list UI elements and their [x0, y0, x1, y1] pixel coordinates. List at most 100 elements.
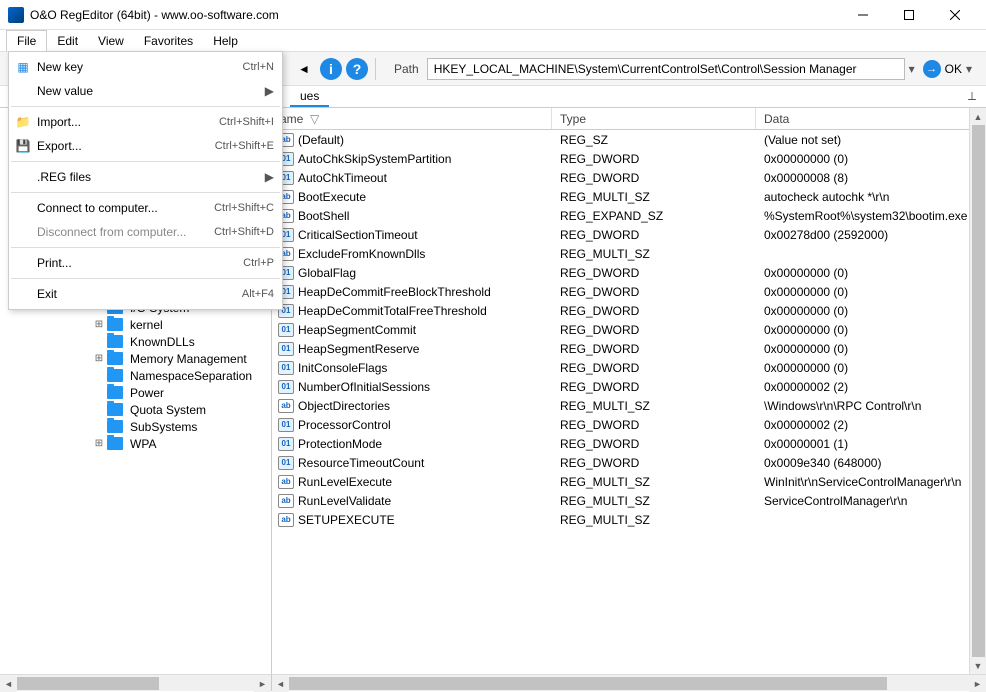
tree-label: Memory Management — [127, 352, 250, 366]
value-row[interactable]: 01ProtectionModeREG_DWORD0x00000001 (1) — [272, 434, 986, 453]
col-name[interactable]: ame ▽ — [272, 108, 552, 129]
expander-icon[interactable] — [93, 336, 105, 347]
menu-view[interactable]: View — [88, 31, 134, 51]
scroll-down-icon[interactable]: ▼ — [970, 657, 986, 674]
tree-item[interactable]: NamespaceSeparation — [60, 367, 271, 384]
value-row[interactable]: 01GlobalFlagREG_DWORD0x00000000 (0) — [272, 263, 986, 282]
expander-icon[interactable]: ⊞ — [93, 353, 105, 364]
values-hscroll[interactable]: ◄ ► — [272, 674, 986, 691]
value-type: REG_MULTI_SZ — [552, 399, 756, 413]
value-row[interactable]: 01AutoChkSkipSystemPartitionREG_DWORD0x0… — [272, 149, 986, 168]
menu-favorites[interactable]: Favorites — [134, 31, 203, 51]
value-row[interactable]: abBootExecuteREG_MULTI_SZautocheck autoc… — [272, 187, 986, 206]
value-name: HeapSegmentReserve — [298, 342, 552, 356]
tree-item[interactable]: Quota System — [60, 401, 271, 418]
value-row[interactable]: abBootShellREG_EXPAND_SZ%SystemRoot%\sys… — [272, 206, 986, 225]
value-type: REG_SZ — [552, 133, 756, 147]
value-data: WinInit\r\nServiceControlManager\r\n — [756, 475, 986, 489]
info-button[interactable]: i — [320, 58, 342, 80]
path-input[interactable]: HKEY_LOCAL_MACHINE\System\CurrentControl… — [427, 58, 905, 80]
value-row[interactable]: 01ResourceTimeoutCountREG_DWORD0x0009e34… — [272, 453, 986, 472]
value-row[interactable]: 01CriticalSectionTimeoutREG_DWORD0x00278… — [272, 225, 986, 244]
value-data: 0x00000000 (0) — [756, 361, 986, 375]
value-row[interactable]: 01HeapSegmentReserveREG_DWORD0x00000000 … — [272, 339, 986, 358]
value-row[interactable]: ab(Default)REG_SZ(Value not set) — [272, 130, 986, 149]
tab-values[interactable]: ues — [290, 87, 329, 107]
expander-icon[interactable] — [93, 404, 105, 415]
value-data: ServiceControlManager\r\n — [756, 494, 986, 508]
value-row[interactable]: 01HeapSegmentCommitREG_DWORD0x00000000 (… — [272, 320, 986, 339]
value-name: CriticalSectionTimeout — [298, 228, 552, 242]
value-row[interactable]: abSETUPEXECUTEREG_MULTI_SZ — [272, 510, 986, 529]
value-row[interactable]: 01AutoChkTimeoutREG_DWORD0x00000008 (8) — [272, 168, 986, 187]
expander-icon[interactable] — [93, 387, 105, 398]
path-go-button[interactable]: → OK ▾ — [923, 60, 972, 78]
file-exit[interactable]: Exit Alt+F4 — [9, 282, 282, 306]
col-data[interactable]: Data — [756, 108, 986, 129]
close-button[interactable] — [932, 0, 978, 30]
expander-icon[interactable] — [93, 421, 105, 432]
value-name: RunLevelExecute — [298, 475, 552, 489]
file-reg-files[interactable]: .REG files ▶ — [9, 165, 282, 189]
menu-help[interactable]: Help — [203, 31, 248, 51]
value-row[interactable]: 01ProcessorControlREG_DWORD0x00000002 (2… — [272, 415, 986, 434]
value-type: REG_DWORD — [552, 361, 756, 375]
menu-file[interactable]: File — [6, 30, 47, 51]
value-name: ResourceTimeoutCount — [298, 456, 552, 470]
maximize-button[interactable] — [886, 0, 932, 30]
value-type: REG_DWORD — [552, 285, 756, 299]
file-export[interactable]: 💾 Export... Ctrl+Shift+E — [9, 134, 282, 158]
value-data: 0x00000000 (0) — [756, 323, 986, 337]
scroll-left-icon[interactable]: ◄ — [272, 675, 289, 692]
value-type-icon: ab — [278, 399, 294, 413]
expander-icon[interactable] — [93, 370, 105, 381]
scroll-left-icon[interactable]: ◄ — [0, 675, 17, 692]
file-print[interactable]: Print... Ctrl+P — [9, 251, 282, 275]
value-type-icon: 01 — [278, 418, 294, 432]
ok-dropdown-icon[interactable]: ▾ — [966, 62, 972, 76]
values-list[interactable]: ab(Default)REG_SZ(Value not set)01AutoCh… — [272, 130, 986, 674]
tree-item[interactable]: ⊞ Memory Management — [60, 350, 271, 367]
value-row[interactable]: abRunLevelExecuteREG_MULTI_SZWinInit\r\n… — [272, 472, 986, 491]
menu-edit[interactable]: Edit — [47, 31, 88, 51]
help-button[interactable]: ? — [346, 58, 368, 80]
expander-icon[interactable]: ⊞ — [93, 319, 105, 330]
scroll-right-icon[interactable]: ► — [254, 675, 271, 692]
folder-icon — [107, 335, 123, 348]
value-type: REG_MULTI_SZ — [552, 513, 756, 527]
file-import[interactable]: 📁 Import... Ctrl+Shift+I — [9, 110, 282, 134]
value-name: RunLevelValidate — [298, 494, 552, 508]
tree-item[interactable]: ⊞WPA — [60, 435, 271, 452]
value-type-icon: 01 — [278, 342, 294, 356]
toolbar-nav-prev[interactable]: ◄ — [292, 57, 316, 81]
path-label: Path — [394, 62, 419, 76]
file-new-key[interactable]: ▦ New key Ctrl+N — [9, 55, 282, 79]
value-row[interactable]: 01NumberOfInitialSessionsREG_DWORD0x0000… — [272, 377, 986, 396]
tree-item[interactable]: KnownDLLs — [60, 333, 271, 350]
path-dropdown-icon[interactable]: ▾ — [909, 62, 915, 76]
file-connect[interactable]: Connect to computer... Ctrl+Shift+C — [9, 196, 282, 220]
tree-item[interactable]: Power — [60, 384, 271, 401]
value-row[interactable]: abRunLevelValidateREG_MULTI_SZServiceCon… — [272, 491, 986, 510]
value-row[interactable]: abExcludeFromKnownDllsREG_MULTI_SZ — [272, 244, 986, 263]
scroll-right-icon[interactable]: ► — [969, 675, 986, 692]
col-type[interactable]: Type — [552, 108, 756, 129]
value-row[interactable]: 01InitConsoleFlagsREG_DWORD0x00000000 (0… — [272, 358, 986, 377]
value-data: 0x00000000 (0) — [756, 342, 986, 356]
folder-icon — [107, 318, 123, 331]
folder-icon — [107, 369, 123, 382]
value-row[interactable]: abObjectDirectoriesREG_MULTI_SZ\Windows\… — [272, 396, 986, 415]
values-vscroll[interactable]: ▲ ▼ — [969, 108, 986, 674]
expander-icon[interactable]: ⊞ — [93, 438, 105, 449]
value-row[interactable]: 01HeapDeCommitTotalFreeThresholdREG_DWOR… — [272, 301, 986, 320]
scroll-up-icon[interactable]: ▲ — [970, 108, 986, 125]
tree-hscroll[interactable]: ◄ ► — [0, 674, 272, 691]
tree-item[interactable]: SubSystems — [60, 418, 271, 435]
minimize-button[interactable] — [840, 0, 886, 30]
value-name: ObjectDirectories — [298, 399, 552, 413]
tree-item[interactable]: ⊞kernel — [60, 316, 271, 333]
value-row[interactable]: 01HeapDeCommitFreeBlockThresholdREG_DWOR… — [272, 282, 986, 301]
folder-icon — [107, 403, 123, 416]
pin-icon[interactable]: ⟂ — [968, 89, 976, 104]
file-new-value[interactable]: New value ▶ — [9, 79, 282, 103]
